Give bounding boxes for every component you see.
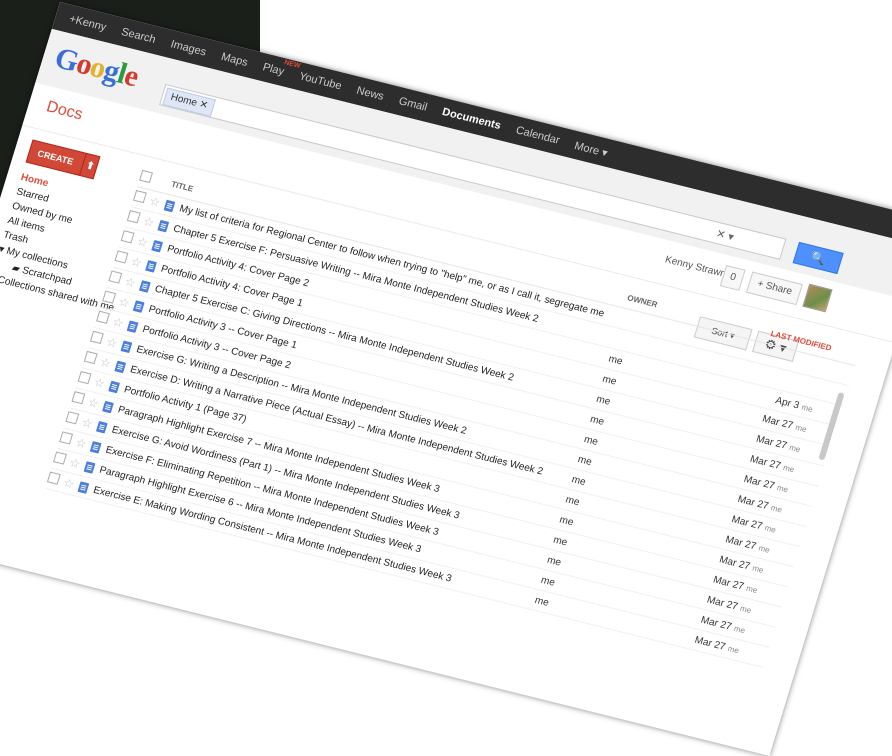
row-date: Mar 27 [711, 573, 746, 593]
document-icon [83, 460, 96, 474]
new-badge: NEW [283, 59, 302, 70]
search-chip-home[interactable]: Home ✕ [162, 87, 216, 117]
select-all-checkbox-cell[interactable] [139, 169, 158, 185]
row-date [820, 363, 823, 374]
row-date: Mar 27 [748, 453, 783, 472]
document-icon [145, 259, 158, 273]
row-modified-by: me [800, 402, 815, 414]
user-name[interactable]: Kenny Strawn [664, 254, 728, 280]
topbar-item[interactable]: Play NEW [261, 59, 301, 78]
document-icon [95, 420, 108, 434]
checkbox-icon[interactable] [126, 210, 141, 224]
row-date: Mar 27 [761, 413, 795, 432]
checkbox-icon[interactable] [120, 230, 135, 244]
row-modified-by: me [788, 442, 802, 454]
document-icon [138, 279, 151, 293]
checkbox-icon[interactable] [71, 391, 86, 405]
document-icon [151, 239, 164, 253]
checkbox-icon[interactable] [53, 451, 67, 465]
row-date: Mar 27 [742, 473, 776, 492]
topbar-item[interactable]: YouTube [298, 70, 343, 92]
topbar-item[interactable]: Search [120, 26, 157, 46]
row-modified-by: me [782, 462, 796, 474]
row-date: Mar 27 [736, 493, 770, 512]
document-icon [120, 339, 133, 353]
row-modified-by: me [775, 482, 790, 494]
topbar-item[interactable]: News [355, 85, 385, 103]
row-modified-by: me [769, 502, 784, 515]
document-icon [102, 400, 115, 414]
row-modified-by: me [794, 422, 808, 434]
checkbox-icon[interactable] [139, 169, 154, 183]
search-button[interactable]: 🔍 [792, 241, 844, 275]
google-logo[interactable]: Google [51, 41, 142, 94]
document-icon [126, 319, 139, 333]
checkbox-icon[interactable] [83, 350, 98, 365]
checkbox-icon[interactable] [59, 431, 74, 445]
share-button[interactable]: + Share [745, 271, 803, 306]
topbar-item[interactable]: More ▾ [573, 139, 609, 160]
document-icon [163, 199, 176, 212]
row-modified-by: me [763, 522, 778, 535]
checkbox-icon[interactable] [132, 190, 147, 204]
row-modified-by [818, 385, 821, 394]
checkbox-icon[interactable] [46, 471, 61, 485]
document-icon [157, 219, 170, 233]
row-date: Mar 27 [730, 513, 764, 532]
row-modified-by: me [745, 583, 759, 595]
row-date: Mar 27 [724, 533, 758, 552]
row-date: Mar 27 [705, 594, 740, 613]
topbar-item[interactable]: Gmail [397, 95, 428, 113]
topbar-item[interactable]: +Kenny [68, 13, 108, 34]
search-clear-icon[interactable]: ✕ ▾ [714, 227, 735, 244]
topbar-item[interactable]: Calendar [514, 124, 561, 146]
row-date: Mar 27 [754, 433, 789, 452]
document-icon [77, 480, 90, 494]
document-icon [132, 299, 145, 313]
checkbox-icon[interactable] [96, 310, 110, 324]
row-modified-by: me [732, 623, 747, 635]
checkbox-icon[interactable] [89, 330, 104, 344]
row-modified-by: me [757, 542, 771, 555]
topbar-item[interactable]: Maps [220, 51, 250, 69]
docs-window: +Kenny Search Images Maps Play NEW YouTube News… [0, 2, 892, 756]
checkbox-icon[interactable] [65, 411, 80, 425]
row-modified-by: me [739, 603, 753, 615]
checkbox-icon[interactable] [77, 371, 92, 385]
row-date [814, 383, 817, 394]
topbar-item[interactable]: Images [169, 38, 208, 58]
row-date: Mar 27 [717, 553, 752, 572]
star-column-header [156, 180, 172, 184]
row-modified-by: me [726, 643, 741, 655]
document-icon [89, 440, 102, 454]
upload-icon[interactable]: ⬆ [79, 153, 101, 179]
avatar[interactable] [802, 283, 833, 313]
row-date: Mar 27 [699, 614, 733, 633]
checkbox-icon[interactable] [114, 250, 129, 264]
row-modified-by [824, 365, 827, 374]
row-date: Mar 27 [693, 634, 727, 653]
row-modified-by: me [751, 563, 765, 575]
document-icon [114, 360, 127, 373]
document-icon [108, 380, 121, 393]
checkbox-icon[interactable] [102, 290, 117, 304]
row-date: Apr 3 [774, 394, 801, 412]
checkbox-icon[interactable] [108, 270, 123, 284]
create-label: CREATE [36, 148, 75, 167]
page-title[interactable]: Docs [44, 98, 84, 124]
search-icon: 🔍 [808, 249, 828, 267]
